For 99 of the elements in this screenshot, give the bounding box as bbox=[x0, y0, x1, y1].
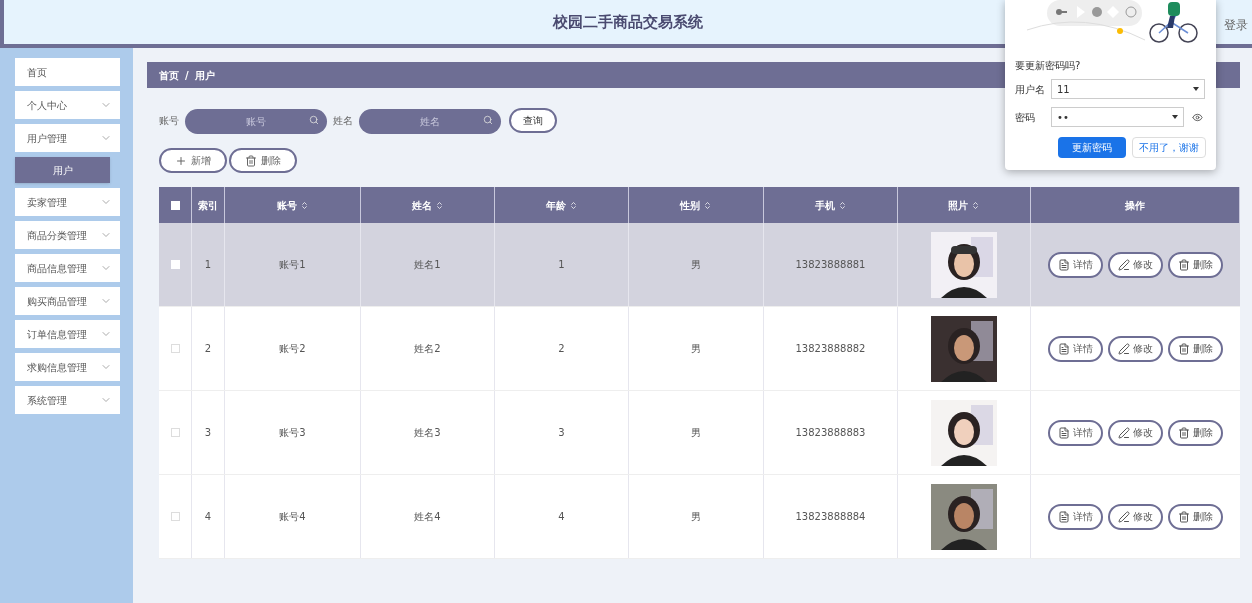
edit-button[interactable]: 修改 bbox=[1108, 251, 1163, 278]
table-cell-text: 姓名4 bbox=[414, 510, 441, 524]
trash-icon bbox=[1178, 426, 1190, 439]
table-row[interactable]: 3 账号3 姓名3 3 男 13823888883 详情 修改 删除 bbox=[159, 391, 1240, 475]
detail-button[interactable]: 详情 bbox=[1048, 503, 1103, 530]
submenu-item[interactable]: 用户 bbox=[15, 157, 110, 183]
delete-button[interactable]: 删除 bbox=[1168, 251, 1223, 278]
search-field[interactable]: 账号 bbox=[185, 109, 327, 134]
trash-icon bbox=[1178, 510, 1190, 523]
document-icon bbox=[1058, 342, 1070, 355]
table-cell-text: 4 bbox=[558, 510, 565, 524]
table-cell-text: 4 bbox=[204, 510, 212, 524]
menu-item[interactable]: 商品分类管理 bbox=[15, 221, 120, 249]
table-row[interactable]: 2 账号2 姓名2 2 男 13823888882 详情 修改 删除 bbox=[159, 307, 1240, 391]
table-cell-text: 姓名1 bbox=[414, 258, 441, 272]
table-row[interactable]: 4 账号4 姓名4 4 男 13823888884 详情 修改 删除 bbox=[159, 475, 1240, 559]
trash-icon bbox=[1178, 258, 1190, 271]
dropdown-icon bbox=[1172, 115, 1178, 119]
table-cell-text: 13823888881 bbox=[795, 258, 866, 272]
table-cell-text: 姓名2 bbox=[414, 342, 441, 356]
document-icon bbox=[1058, 258, 1070, 271]
field-label: 密码 bbox=[1015, 110, 1036, 125]
table-cell-text: 3 bbox=[558, 426, 565, 440]
menu-item[interactable]: 卖家管理 bbox=[15, 188, 120, 216]
menu-item[interactable]: 商品信息管理 bbox=[15, 254, 120, 282]
password-field[interactable]: •• bbox=[1051, 107, 1184, 127]
detail-button[interactable]: 详情 bbox=[1048, 419, 1103, 446]
popup-question: 要更新密码吗? bbox=[1015, 59, 1082, 73]
add-button[interactable]: 新增 bbox=[159, 148, 227, 173]
detail-button[interactable]: 详情 bbox=[1048, 251, 1103, 278]
checkbox[interactable] bbox=[170, 200, 180, 210]
table-cell-text: 13823888884 bbox=[795, 510, 866, 524]
delete-button[interactable]: 删除 bbox=[1168, 335, 1223, 362]
table-cell-text: 账号4 bbox=[279, 510, 306, 524]
table-cell-text: 13823888882 bbox=[795, 342, 866, 356]
menu-item[interactable]: 用户管理 bbox=[15, 124, 120, 152]
edit-button[interactable]: 修改 bbox=[1108, 503, 1163, 530]
document-icon bbox=[1058, 510, 1070, 523]
menu-item[interactable]: 订单信息管理 bbox=[15, 320, 120, 348]
edit-button[interactable]: 修改 bbox=[1108, 335, 1163, 362]
search-field[interactable]: 姓名 bbox=[359, 109, 501, 134]
table-row[interactable]: 1 账号1 姓名1 1 男 13823888881 详情 修改 删除 bbox=[159, 223, 1240, 307]
menu-item[interactable]: 个人中心 bbox=[15, 91, 120, 119]
table-cell-text: 1 bbox=[204, 258, 212, 272]
document-icon bbox=[1058, 426, 1070, 439]
table-cell-text: 男 bbox=[691, 258, 701, 272]
table-cell-text: 2 bbox=[558, 342, 565, 356]
table-cell-text: 男 bbox=[691, 426, 701, 440]
trash-icon bbox=[1178, 342, 1190, 355]
table-cell-text: 账号3 bbox=[279, 426, 306, 440]
checkbox[interactable] bbox=[170, 512, 180, 521]
breadcrumb-separator: / bbox=[185, 68, 189, 83]
sort-icon bbox=[703, 200, 712, 210]
delete-button[interactable]: 删除 bbox=[1168, 419, 1223, 446]
search-icon bbox=[483, 115, 493, 125]
sort-icon bbox=[434, 200, 444, 210]
menu-item[interactable]: 系统管理 bbox=[15, 386, 120, 414]
sort-icon bbox=[299, 200, 309, 210]
table-cell-text: 男 bbox=[691, 342, 701, 356]
checkbox[interactable] bbox=[170, 344, 180, 353]
search-icon bbox=[309, 115, 319, 125]
table-cell-text: 账号2 bbox=[279, 342, 306, 356]
detail-button[interactable]: 详情 bbox=[1048, 335, 1103, 362]
pen-icon bbox=[1118, 426, 1130, 439]
sort-icon bbox=[837, 200, 847, 210]
table-cell-text: 姓名3 bbox=[414, 426, 441, 440]
checkbox[interactable] bbox=[170, 428, 180, 437]
delete-button[interactable]: 删除 bbox=[229, 148, 297, 173]
pen-icon bbox=[1118, 258, 1130, 271]
breadcrumb-link[interactable]: 用户 bbox=[194, 67, 215, 83]
field-label: 用户名 bbox=[1015, 82, 1046, 97]
table-cell-text: 账号1 bbox=[279, 258, 306, 272]
table-cell-text: 男 bbox=[691, 510, 701, 524]
username-field[interactable]: 11 bbox=[1051, 79, 1205, 99]
eye-icon[interactable] bbox=[1192, 111, 1203, 123]
table-cell-text: 1 bbox=[558, 258, 565, 272]
pen-icon bbox=[1118, 342, 1130, 355]
field-label: 账号 bbox=[159, 114, 179, 128]
update-password-button[interactable]: 更新密码 bbox=[1058, 137, 1126, 158]
menu-item[interactable]: 首页 bbox=[15, 58, 120, 86]
query-button[interactable]: 查询 bbox=[509, 108, 557, 133]
menu-item[interactable]: 求购信息管理 bbox=[15, 353, 120, 381]
plus-icon bbox=[175, 154, 187, 167]
app-title: 校园二手商品交易系统 bbox=[553, 11, 703, 33]
edit-button[interactable]: 修改 bbox=[1108, 419, 1163, 446]
table-cell-text: 13823888883 bbox=[795, 426, 866, 440]
delete-button[interactable]: 删除 bbox=[1168, 503, 1223, 530]
trash-icon bbox=[245, 154, 257, 167]
menu-item[interactable]: 购买商品管理 bbox=[15, 287, 120, 315]
sort-icon bbox=[971, 200, 980, 210]
table-cell-text: 2 bbox=[204, 342, 212, 356]
pen-icon bbox=[1118, 510, 1130, 523]
table-cell-text: 3 bbox=[204, 426, 212, 440]
dismiss-button[interactable]: 不用了，谢谢 bbox=[1132, 137, 1206, 158]
breadcrumb-link[interactable]: 首页 bbox=[159, 67, 179, 83]
field-label: 姓名 bbox=[333, 114, 353, 128]
sort-icon bbox=[568, 200, 578, 210]
dropdown-icon bbox=[1193, 87, 1199, 91]
login-link[interactable]: 登录 bbox=[1224, 16, 1248, 34]
